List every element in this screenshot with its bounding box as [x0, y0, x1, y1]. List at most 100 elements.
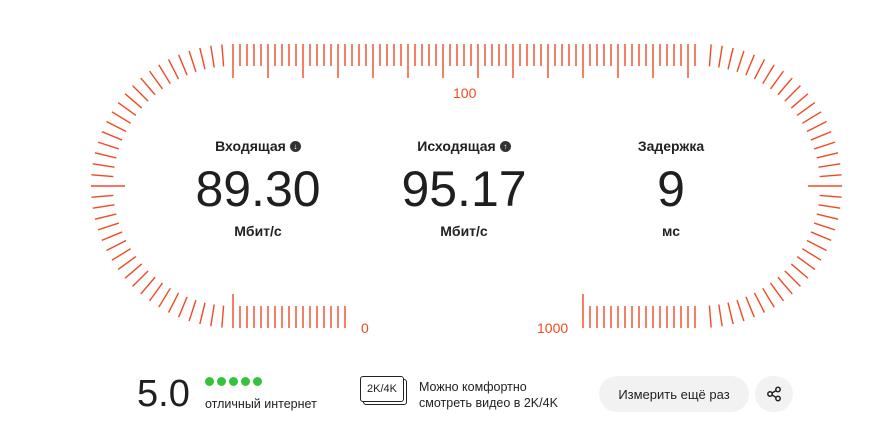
rating-dots [205, 377, 262, 386]
gauge-tick [810, 231, 832, 241]
rating-dot [241, 377, 250, 386]
gauge-tick [784, 270, 801, 287]
gauge-tick [818, 163, 841, 168]
latency-label: Задержка [571, 137, 771, 155]
gauge-tick [777, 276, 793, 295]
gauge-tick [221, 44, 225, 67]
gauge-tick [816, 213, 839, 220]
gauge-tick [111, 111, 132, 124]
gauge-tick [806, 239, 827, 252]
gauge-tick [210, 304, 215, 327]
gauge-tick [117, 255, 137, 271]
gauge-tick [91, 194, 114, 198]
gauge-tick [810, 131, 832, 141]
gauge-tick [97, 222, 120, 231]
download-metric: Входящая ↓ 89.30 Мбит/с [158, 137, 358, 239]
gauge-tick [777, 77, 793, 96]
retry-button[interactable]: Измерить ещё раз [599, 376, 749, 412]
gauge-tick [801, 248, 822, 261]
scale-label-100: 100 [453, 85, 477, 101]
gauge-tick [221, 305, 225, 328]
gauge-tick [736, 50, 745, 73]
gauge-tick [745, 296, 755, 318]
gauge-tick [816, 152, 839, 159]
gauge-tick [718, 304, 723, 327]
video-quality-badge: 2K/4K [360, 376, 407, 405]
gauge-tick [813, 222, 836, 231]
gauge-tick [796, 255, 816, 271]
gauge-tick [796, 101, 816, 117]
gauge-tick [178, 54, 188, 76]
gauge-tick [140, 77, 156, 96]
gauge-tick [106, 239, 127, 252]
gauge-tick [727, 302, 734, 325]
latency-unit: мс [662, 223, 680, 239]
scale-label-1000: 1000 [537, 320, 569, 336]
gauge-tick [790, 93, 809, 109]
gauge-tick [819, 174, 842, 178]
gauge-tick [708, 305, 712, 328]
gauge-tick [819, 194, 842, 198]
download-unit: Мбит/с [234, 223, 282, 239]
gauge-tick [111, 248, 132, 261]
gauge-tick [188, 50, 197, 73]
gauge-tick [167, 292, 180, 313]
gauge-tick [140, 276, 156, 295]
download-label: Входящая ↓ [158, 137, 358, 155]
gauge-tick [101, 131, 123, 141]
share-button[interactable] [755, 376, 793, 412]
gauge-tick [801, 111, 822, 124]
upload-label-text: Исходящая [417, 138, 496, 154]
gauge-tick [132, 270, 149, 287]
gauge-tick [790, 263, 809, 279]
video-description: Можно комфортно смотреть видео в 2K/4K [419, 379, 589, 411]
gauge-tick [769, 282, 785, 302]
gauge-tick [106, 120, 127, 133]
gauge-tick [91, 174, 114, 178]
gauge-tick [708, 44, 712, 67]
gauge-tick [94, 213, 117, 220]
gauge-tick [148, 282, 164, 302]
gauge-tick [92, 163, 115, 168]
arrow-down-icon: ↓ [289, 140, 301, 152]
rating-dot [217, 377, 226, 386]
gauge-tick [178, 296, 188, 318]
latency-metric: Задержка 9 мс [571, 137, 771, 239]
gauge-tick [94, 152, 117, 159]
rating-dot [229, 377, 238, 386]
rating-score: 5.0 [137, 373, 190, 415]
upload-label: Исходящая ↑ [364, 137, 564, 155]
rating-dot [205, 377, 214, 386]
gauge-tick [148, 70, 164, 90]
gauge-tick [124, 263, 143, 279]
rating-description: отличный интернет [205, 397, 317, 411]
gauge-tick [784, 85, 801, 102]
gauge-tick [92, 204, 115, 209]
gauge-tick [736, 299, 745, 322]
gauge-tick [117, 101, 137, 117]
gauge-tick [753, 59, 766, 80]
gauge-tick [199, 47, 206, 70]
upload-value: 95.17 [401, 161, 527, 217]
rating-dot [253, 377, 262, 386]
upload-unit: Мбит/с [440, 223, 488, 239]
gauge-tick [806, 120, 827, 133]
gauge-tick [199, 302, 206, 325]
gauge-tick [769, 70, 785, 90]
gauge-tick [753, 292, 766, 313]
latency-value: 9 [657, 161, 685, 217]
gauge-tick [167, 59, 180, 80]
gauge-tick [101, 231, 123, 241]
video-description-line1: Можно комфортно [419, 380, 527, 394]
gauge-tick [188, 299, 197, 322]
gauge-tick [158, 287, 171, 308]
gauge-tick [762, 287, 775, 308]
gauge-tick [158, 64, 171, 85]
download-value: 89.30 [195, 161, 321, 217]
gauge-tick [762, 64, 775, 85]
gauge-tick [745, 54, 755, 76]
upload-metric: Исходящая ↑ 95.17 Мбит/с [364, 137, 564, 239]
scale-label-0: 0 [361, 320, 369, 336]
share-icon [767, 386, 781, 402]
badge-label: 2K/4K [360, 376, 404, 402]
